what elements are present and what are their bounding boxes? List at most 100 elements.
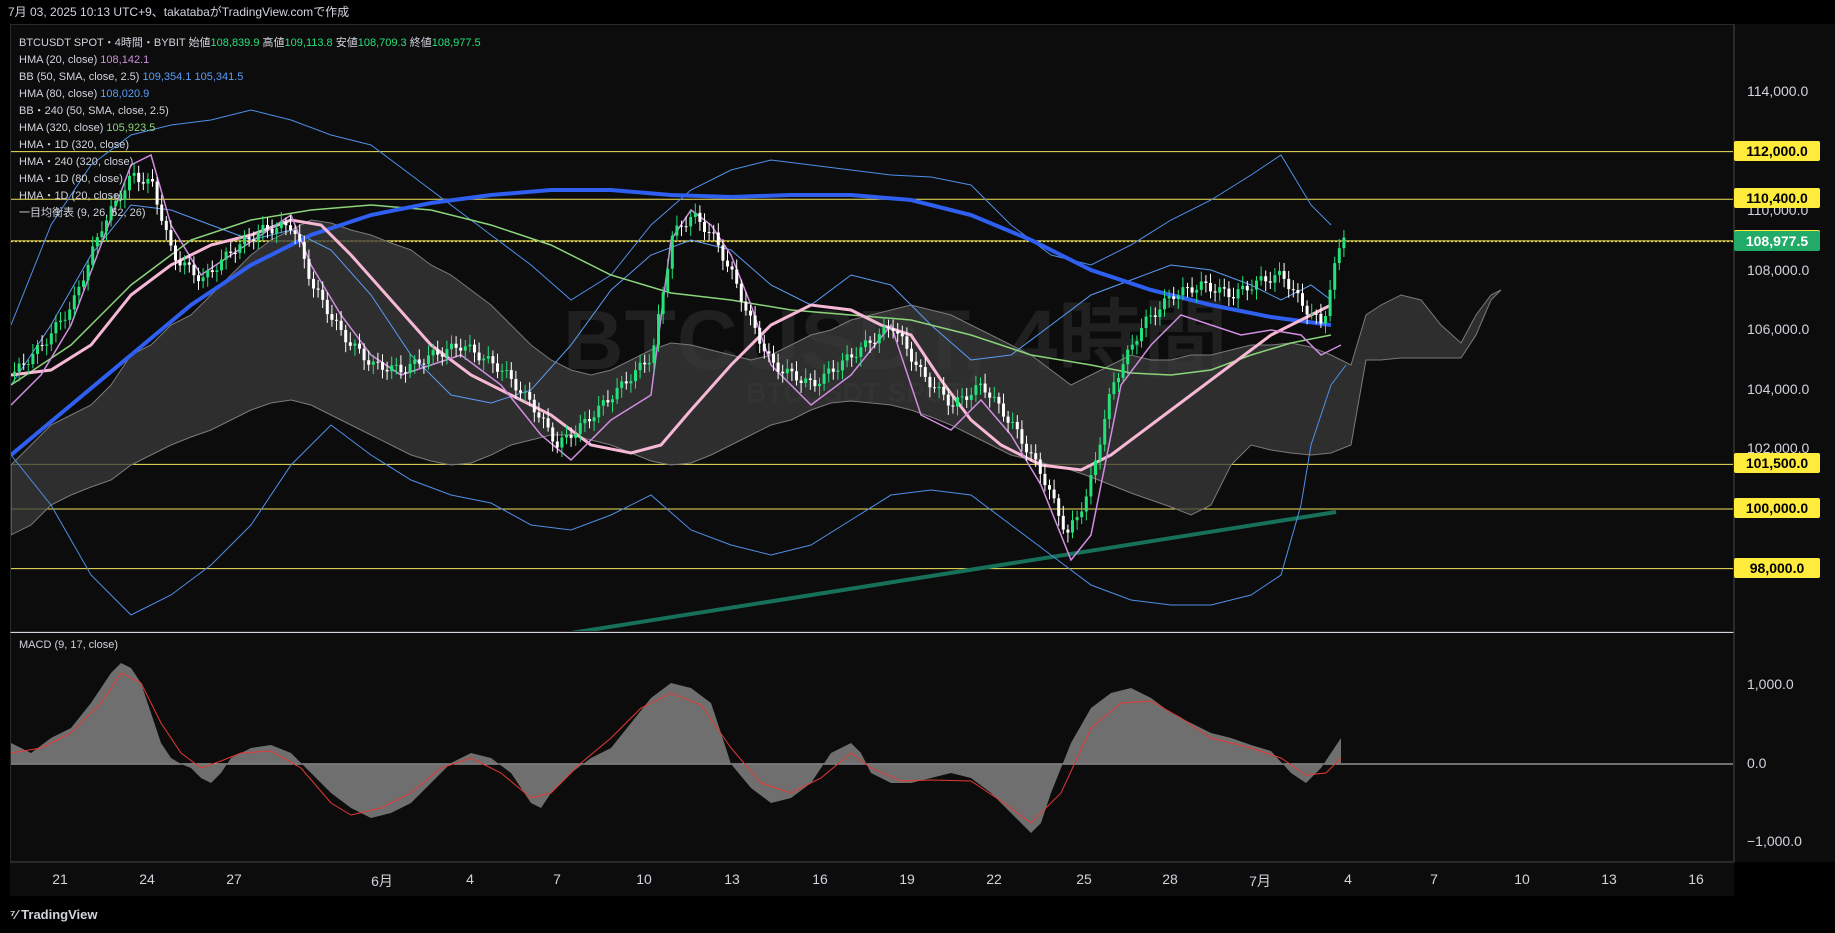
macd-plot[interactable] — [11, 633, 1734, 862]
candle — [1112, 382, 1116, 395]
time-tick-label: 24 — [139, 871, 155, 887]
indicator-legend-item[interactable]: HMA・1D (20, close) — [19, 188, 481, 205]
time-tick-label: 7 — [553, 871, 561, 887]
candle — [284, 221, 288, 226]
candle — [1117, 377, 1120, 383]
candle — [565, 434, 568, 438]
candle — [707, 231, 711, 233]
candle — [1011, 421, 1015, 423]
indicator-legend-item[interactable]: HMA・1D (80, close) — [19, 171, 481, 188]
candle — [762, 343, 766, 352]
indicator-legend-item[interactable]: HMA (80, close) 108,020.9 — [19, 86, 481, 103]
candle — [1075, 517, 1079, 521]
candle — [270, 228, 274, 234]
candle — [1195, 289, 1199, 293]
candle — [1163, 298, 1166, 310]
time-tick-label: 16 — [812, 871, 828, 887]
candle — [91, 246, 95, 265]
candle — [491, 356, 495, 364]
footer: ⁷⁄ TradingView — [0, 896, 1835, 933]
candle — [1301, 293, 1304, 306]
candle — [224, 251, 228, 260]
candle — [1089, 475, 1093, 497]
candle — [841, 360, 844, 371]
candle — [362, 348, 366, 361]
candle — [473, 344, 476, 353]
candle — [969, 394, 973, 400]
indicator-legend-item[interactable]: HMA・1D (320, close) — [19, 137, 481, 154]
macd-pane[interactable]: MACD (9, 17, close) — [10, 632, 1734, 862]
candle — [946, 394, 950, 406]
candle — [712, 232, 716, 234]
candle — [1043, 473, 1047, 486]
candle — [1094, 460, 1097, 476]
candle — [1278, 271, 1281, 276]
candle — [256, 232, 260, 241]
candle — [307, 258, 311, 279]
price-badge: 101,500.0 — [1734, 453, 1820, 474]
candle — [82, 280, 85, 287]
candle — [749, 310, 752, 316]
candle — [192, 264, 196, 276]
candle — [818, 383, 821, 387]
candle — [859, 347, 863, 357]
candle — [68, 309, 72, 320]
candle — [353, 343, 357, 346]
candle — [1245, 285, 1249, 291]
candle — [505, 370, 509, 372]
candle — [983, 383, 987, 393]
candle — [638, 362, 642, 371]
price-tick-label: 114,000.0 — [1747, 83, 1809, 99]
price-badge: 112,000.0 — [1734, 140, 1820, 161]
candle — [164, 220, 168, 231]
chart-title: 7月 03, 2025 10:13 UTC+9、takatabaがTrading… — [0, 0, 1835, 24]
macd-tick-label: 0.0 — [1747, 755, 1767, 771]
candle — [744, 301, 748, 311]
candle — [1259, 276, 1263, 281]
price-chart-pane[interactable]: BTCUSDT, 4時間 BTCUSDT SPOT BTCUSDT SPOT・4… — [10, 24, 1734, 632]
candle — [919, 364, 923, 368]
candle — [450, 343, 453, 350]
candle — [680, 225, 683, 227]
candle — [1103, 419, 1107, 445]
candle — [95, 237, 99, 247]
candle — [482, 358, 486, 361]
time-axis[interactable]: 21 24 27 6月 4 7 10 13 16 19 22 25 28 7月 4 7 10 13 16 — [10, 862, 1734, 897]
candle — [790, 368, 794, 372]
candle — [187, 262, 191, 265]
candle — [1209, 282, 1212, 292]
candle — [1172, 296, 1176, 300]
candle — [1296, 290, 1300, 294]
candle — [666, 268, 670, 293]
candle — [615, 387, 619, 400]
price-badge: 108,977.5 — [1734, 230, 1820, 251]
indicator-legend-item[interactable]: BB・240 (50, SMA, close, 2.5) — [19, 103, 481, 120]
tradingview-logo[interactable]: ⁷⁄ TradingView — [10, 907, 98, 922]
indicator-legend-item[interactable]: BB (50, SMA, close, 2.5) 109,354.1 105,3… — [19, 69, 481, 86]
candle — [477, 352, 481, 361]
candle — [1020, 429, 1024, 444]
candle — [77, 286, 81, 296]
indicator-legend-item[interactable]: HMA (320, close) 105,923.5 — [19, 120, 481, 137]
candle — [1066, 529, 1070, 533]
trendline-support[interactable] — [570, 510, 1337, 632]
candle — [1319, 313, 1323, 324]
candle — [739, 283, 743, 302]
candle — [555, 441, 559, 448]
candle — [992, 396, 996, 398]
time-tick-label: 6月 — [371, 873, 393, 889]
candle — [675, 225, 679, 236]
candle — [404, 372, 407, 374]
candle — [316, 288, 320, 290]
candle — [1181, 287, 1185, 296]
candle — [1098, 444, 1102, 461]
indicator-legend-item[interactable]: HMA (20, close) 108,142.1 — [19, 52, 481, 69]
time-tick-label: 16 — [1688, 871, 1704, 887]
candle — [436, 350, 440, 355]
indicator-legend-item[interactable]: HMA・240 (320, close) — [19, 154, 481, 171]
candle — [1236, 289, 1240, 299]
indicator-legend-item[interactable]: 一目均衡表 (9, 26, 52, 26) — [19, 205, 481, 222]
candle — [1268, 281, 1272, 283]
candle — [1324, 316, 1327, 324]
candle — [1255, 280, 1258, 290]
